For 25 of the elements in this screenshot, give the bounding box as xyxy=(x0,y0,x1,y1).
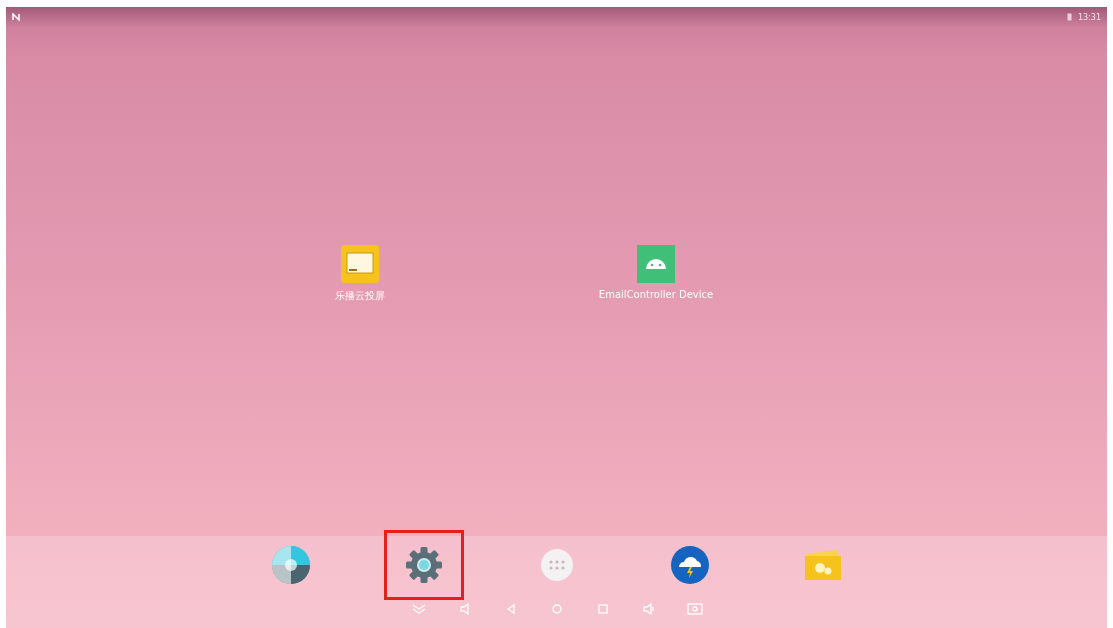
speaker-icon xyxy=(459,603,470,615)
weather-icon xyxy=(669,545,710,585)
app-shortcut[interactable]: EmailController Device xyxy=(586,245,726,300)
app-label: EmailController Device xyxy=(598,289,714,300)
app-label: 乐播云投屏 xyxy=(335,289,385,303)
nav-button[interactable] xyxy=(410,602,427,616)
aperture-icon xyxy=(270,545,311,585)
monitor-icon xyxy=(341,245,379,283)
settings-icon xyxy=(404,546,443,584)
battery-icon xyxy=(1066,13,1072,21)
notification-icon xyxy=(12,13,20,21)
screenshot-icon xyxy=(686,603,703,615)
chevron-down-icon xyxy=(411,604,426,614)
status-time: 13:31 xyxy=(1077,12,1101,22)
home-icon xyxy=(551,604,562,614)
speaker-icon xyxy=(642,603,655,615)
dock-app[interactable] xyxy=(383,530,464,600)
folder-gear-icon xyxy=(802,548,843,582)
nav-button[interactable] xyxy=(640,602,657,616)
app-shortcut[interactable]: 乐播云投屏 xyxy=(290,245,430,303)
back-icon xyxy=(505,604,516,614)
nav-button[interactable] xyxy=(686,602,703,616)
apps-icon xyxy=(539,548,574,582)
recent-apps-icon xyxy=(597,604,608,614)
android-icon xyxy=(637,245,675,283)
